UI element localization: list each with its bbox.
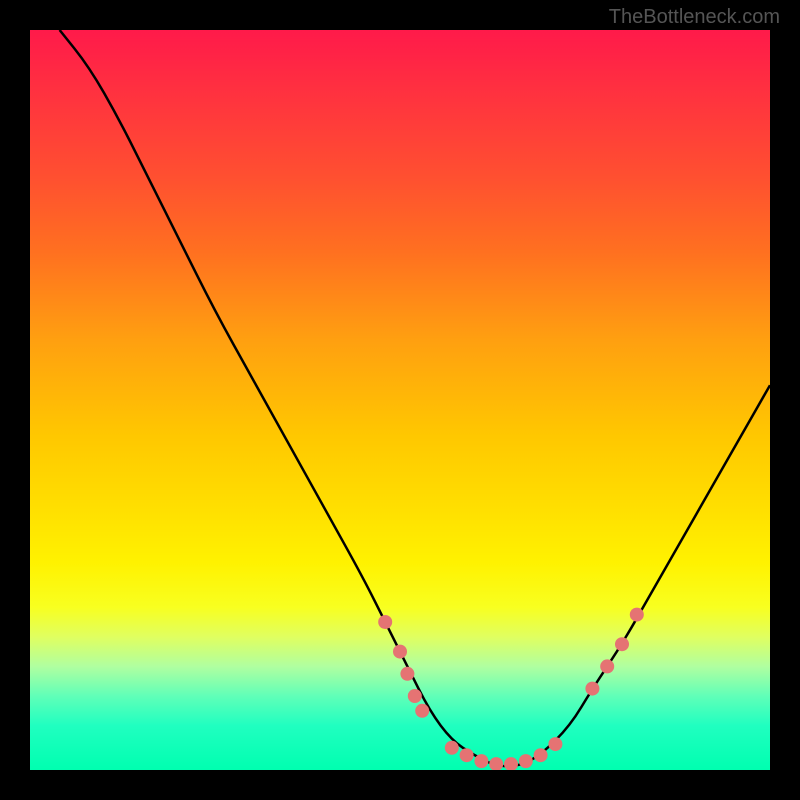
curve-layer — [60, 30, 770, 766]
data-point-marker — [519, 754, 533, 768]
data-point-marker — [504, 757, 518, 770]
data-point-marker — [460, 748, 474, 762]
data-point-marker — [408, 689, 422, 703]
data-point-marker — [548, 737, 562, 751]
data-point-marker — [585, 682, 599, 696]
data-point-marker — [615, 637, 629, 651]
watermark-text: TheBottleneck.com — [609, 6, 780, 29]
data-point-marker — [378, 615, 392, 629]
data-point-marker — [415, 704, 429, 718]
bottleneck-curve — [60, 30, 770, 766]
data-point-marker — [600, 659, 614, 673]
data-point-marker — [474, 754, 488, 768]
data-point-marker — [393, 645, 407, 659]
data-point-marker — [400, 667, 414, 681]
data-point-marker — [445, 741, 459, 755]
chart-plot-area — [30, 30, 770, 770]
data-point-marker — [489, 757, 503, 770]
data-point-marker — [534, 748, 548, 762]
data-point-marker — [630, 608, 644, 622]
chart-svg — [30, 30, 770, 770]
